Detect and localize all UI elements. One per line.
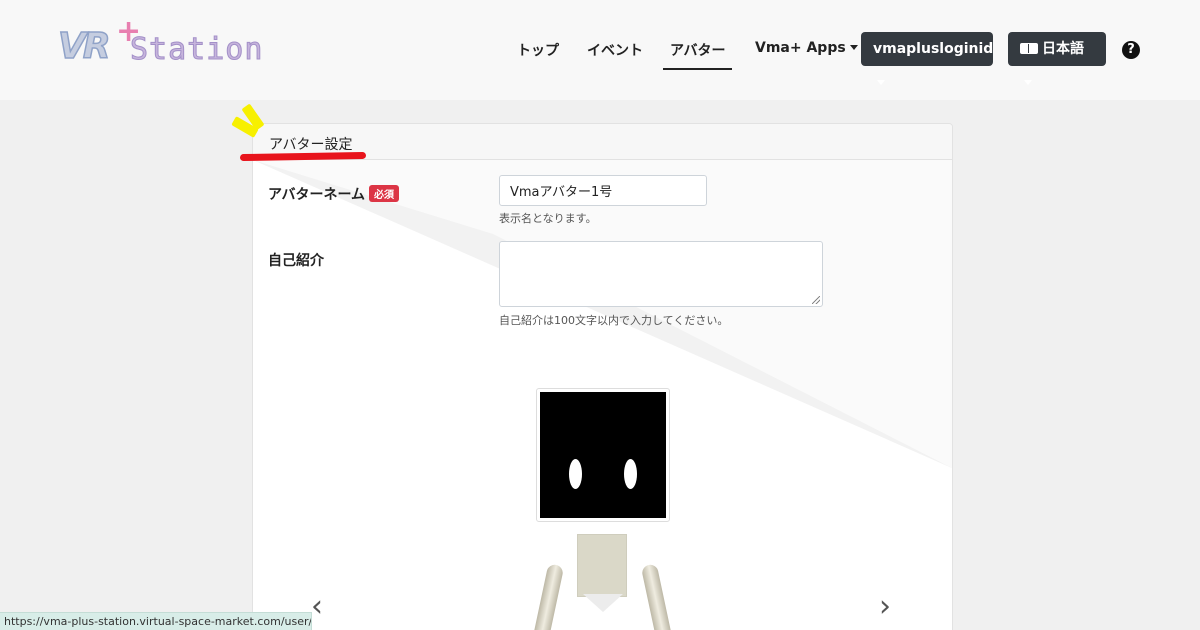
avatar-face-image xyxy=(540,392,666,518)
next-avatar-arrow[interactable]: › xyxy=(879,589,891,624)
link-status-bar: https://vma-plus-station.virtual-space-m… xyxy=(0,612,312,630)
avatar-name-label: アバターネーム 必須 xyxy=(268,184,400,204)
prev-avatar-arrow[interactable]: ‹ xyxy=(311,589,323,624)
avatar-name-input[interactable] xyxy=(499,175,707,206)
avatar-preview-face xyxy=(536,388,670,522)
chevron-down-icon xyxy=(877,80,885,85)
question-circle-icon[interactable]: ? xyxy=(1122,41,1140,59)
bio-textarea[interactable] xyxy=(499,241,823,307)
nav-events[interactable]: イベント xyxy=(587,40,643,60)
language-button[interactable]: 日本語 xyxy=(1008,32,1106,85)
chevron-down-icon xyxy=(849,45,858,50)
logo-vr: VR xyxy=(57,25,111,68)
bio-label: 自己紹介 xyxy=(268,253,324,269)
avatar-name-help: 表示名となります。 xyxy=(499,212,597,225)
site-logo[interactable]: VR + Station xyxy=(57,14,263,74)
nav-top[interactable]: トップ xyxy=(517,40,559,60)
user-menu-label: vmaplusloginid xyxy=(873,41,994,57)
card-title: アバター設定 xyxy=(269,137,353,153)
nav-active-indicator xyxy=(663,68,732,70)
avatar-settings-card: アバター設定 アバターネーム必須 表示名となります。 自己紹介 自己紹介は100… xyxy=(252,123,953,630)
language-label: 日本語 xyxy=(1042,41,1084,57)
top-navbar: VR + Station トップ イベント アバター Vma+ Apps vma… xyxy=(0,0,1200,100)
nav-avatar[interactable]: アバター xyxy=(670,40,725,60)
bio-help: 自己紹介は100文字以内で入力してください。 xyxy=(499,314,729,327)
avatar-name-label-text: アバターネーム xyxy=(268,187,366,203)
avatar-left-eye xyxy=(569,459,582,489)
user-menu-button[interactable]: vmaplusloginid xyxy=(861,32,994,85)
chevron-down-icon xyxy=(1024,80,1032,85)
avatar-preview-body xyxy=(577,534,627,597)
required-badge: 必須 xyxy=(369,185,400,202)
nav-vma-apps-dropdown[interactable]: Vma+ Apps xyxy=(755,40,858,56)
language-icon xyxy=(1020,43,1038,54)
resize-grip-icon[interactable] xyxy=(812,296,820,304)
avatar-body-shadow xyxy=(583,594,623,612)
nav-vma-apps-label: Vma+ Apps xyxy=(755,40,846,56)
avatar-right-eye xyxy=(624,459,637,489)
logo-station: Station xyxy=(129,32,264,68)
